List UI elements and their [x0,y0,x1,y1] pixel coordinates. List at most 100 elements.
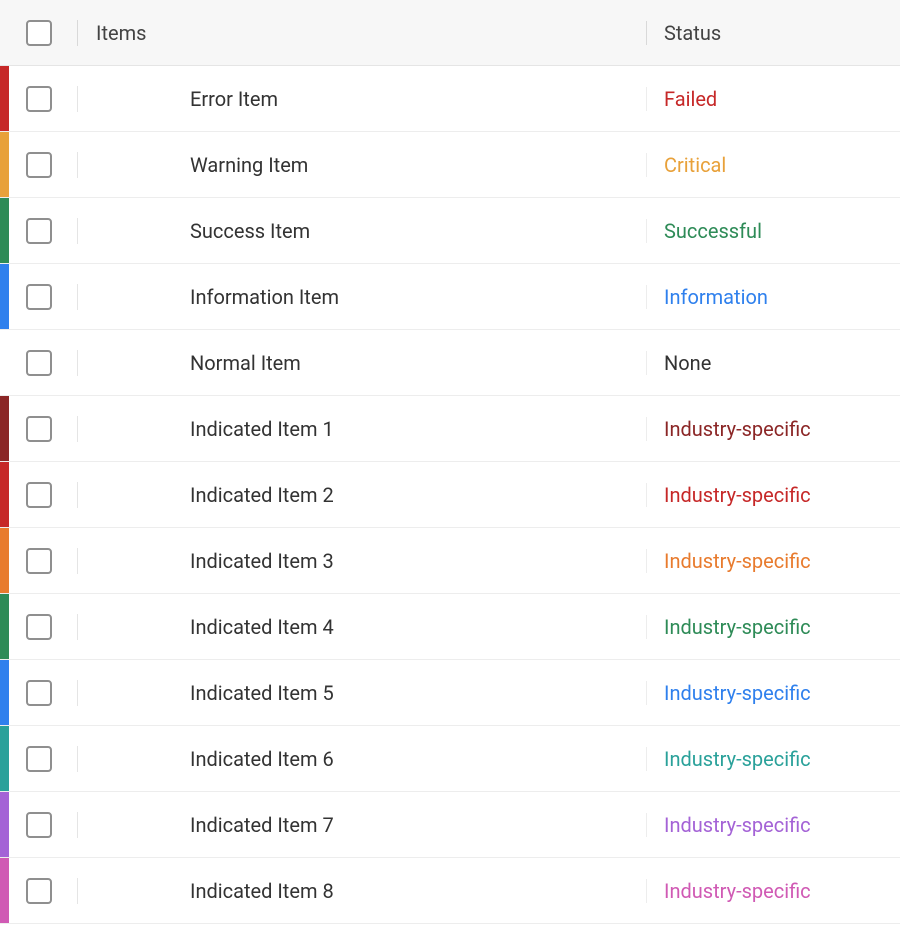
status-cell: Failed [646,87,900,111]
table-row[interactable]: Indicated Item 1 Industry-specific [0,396,900,462]
row-checkbox-cell [0,86,78,112]
items-cell: Indicated Item 5 [78,681,646,705]
row-checkbox[interactable] [26,416,52,442]
status-cell: None [646,351,900,375]
item-label: Success Item [190,219,310,243]
row-checkbox[interactable] [26,878,52,904]
status-label: Industry-specific [664,615,811,639]
row-checkbox-cell [0,812,78,838]
status-cell: Industry-specific [646,549,900,573]
item-label: Indicated Item 7 [190,813,334,837]
table-body: Error Item Failed Warning Item Critical Succ… [0,66,900,924]
table-row[interactable]: Error Item Failed [0,66,900,132]
table-header-row: Items Status [0,0,900,66]
table-row[interactable]: Indicated Item 6 Industry-specific [0,726,900,792]
status-cell: Industry-specific [646,483,900,507]
items-cell: Indicated Item 6 [78,747,646,771]
select-all-checkbox[interactable] [26,20,52,46]
status-cell: Successful [646,219,900,243]
table-row[interactable]: Indicated Item 8 Industry-specific [0,858,900,924]
item-label: Information Item [190,285,339,309]
table-row[interactable]: Normal Item None [0,330,900,396]
row-checkbox-cell [0,680,78,706]
items-header-label: Items [96,21,146,45]
item-label: Indicated Item 1 [190,417,334,441]
item-label: Error Item [190,87,278,111]
row-checkbox-cell [0,878,78,904]
table-row[interactable]: Warning Item Critical [0,132,900,198]
row-checkbox-cell [0,746,78,772]
row-checkbox[interactable] [26,482,52,508]
status-label: Successful [664,219,762,243]
table-row[interactable]: Indicated Item 4 Industry-specific [0,594,900,660]
status-cell: Industry-specific [646,879,900,903]
item-label: Indicated Item 5 [190,681,334,705]
row-checkbox[interactable] [26,350,52,376]
status-label: Industry-specific [664,813,811,837]
row-checkbox[interactable] [26,152,52,178]
status-label: None [664,351,711,375]
status-label: Critical [664,153,726,177]
row-checkbox[interactable] [26,548,52,574]
row-checkbox[interactable] [26,284,52,310]
row-checkbox[interactable] [26,812,52,838]
table-row[interactable]: Indicated Item 7 Industry-specific [0,792,900,858]
row-checkbox-cell [0,350,78,376]
row-checkbox-cell [0,284,78,310]
row-checkbox[interactable] [26,746,52,772]
items-cell: Indicated Item 2 [78,483,646,507]
status-cell: Industry-specific [646,615,900,639]
status-cell: Industry-specific [646,813,900,837]
status-label: Information [664,285,768,309]
items-cell: Success Item [78,219,646,243]
status-table: Items Status Error Item Failed Warning Ite… [0,0,900,924]
status-label: Industry-specific [664,549,811,573]
row-checkbox[interactable] [26,614,52,640]
row-checkbox-cell [0,152,78,178]
row-checkbox[interactable] [26,86,52,112]
table-row[interactable]: Indicated Item 2 Industry-specific [0,462,900,528]
table-row[interactable]: Success Item Successful [0,198,900,264]
items-cell: Error Item [78,87,646,111]
items-cell: Indicated Item 3 [78,549,646,573]
item-label: Indicated Item 6 [190,747,334,771]
status-header-label: Status [664,21,721,45]
items-cell: Indicated Item 1 [78,417,646,441]
items-cell: Indicated Item 4 [78,615,646,639]
item-label: Warning Item [190,153,308,177]
status-cell: Industry-specific [646,747,900,771]
status-label: Industry-specific [664,681,811,705]
status-label: Industry-specific [664,879,811,903]
row-checkbox-cell [0,416,78,442]
status-cell: Industry-specific [646,417,900,441]
row-checkbox-cell [0,614,78,640]
items-cell: Information Item [78,285,646,309]
table-row[interactable]: Indicated Item 5 Industry-specific [0,660,900,726]
row-checkbox-cell [0,482,78,508]
row-checkbox[interactable] [26,218,52,244]
status-label: Industry-specific [664,483,811,507]
item-label: Normal Item [190,351,301,375]
items-cell: Indicated Item 8 [78,879,646,903]
status-cell: Critical [646,153,900,177]
header-checkbox-cell [0,20,78,46]
row-checkbox-cell [0,548,78,574]
row-checkbox-cell [0,218,78,244]
items-cell: Indicated Item 7 [78,813,646,837]
item-label: Indicated Item 8 [190,879,334,903]
items-cell: Warning Item [78,153,646,177]
status-label: Industry-specific [664,417,811,441]
items-column-header[interactable]: Items [78,21,646,45]
status-label: Failed [664,87,717,111]
status-column-header[interactable]: Status [646,21,900,45]
status-cell: Industry-specific [646,681,900,705]
table-row[interactable]: Information Item Information [0,264,900,330]
item-label: Indicated Item 2 [190,483,334,507]
status-cell: Information [646,285,900,309]
table-row[interactable]: Indicated Item 3 Industry-specific [0,528,900,594]
item-label: Indicated Item 4 [190,615,334,639]
items-cell: Normal Item [78,351,646,375]
item-label: Indicated Item 3 [190,549,334,573]
row-checkbox[interactable] [26,680,52,706]
status-label: Industry-specific [664,747,811,771]
